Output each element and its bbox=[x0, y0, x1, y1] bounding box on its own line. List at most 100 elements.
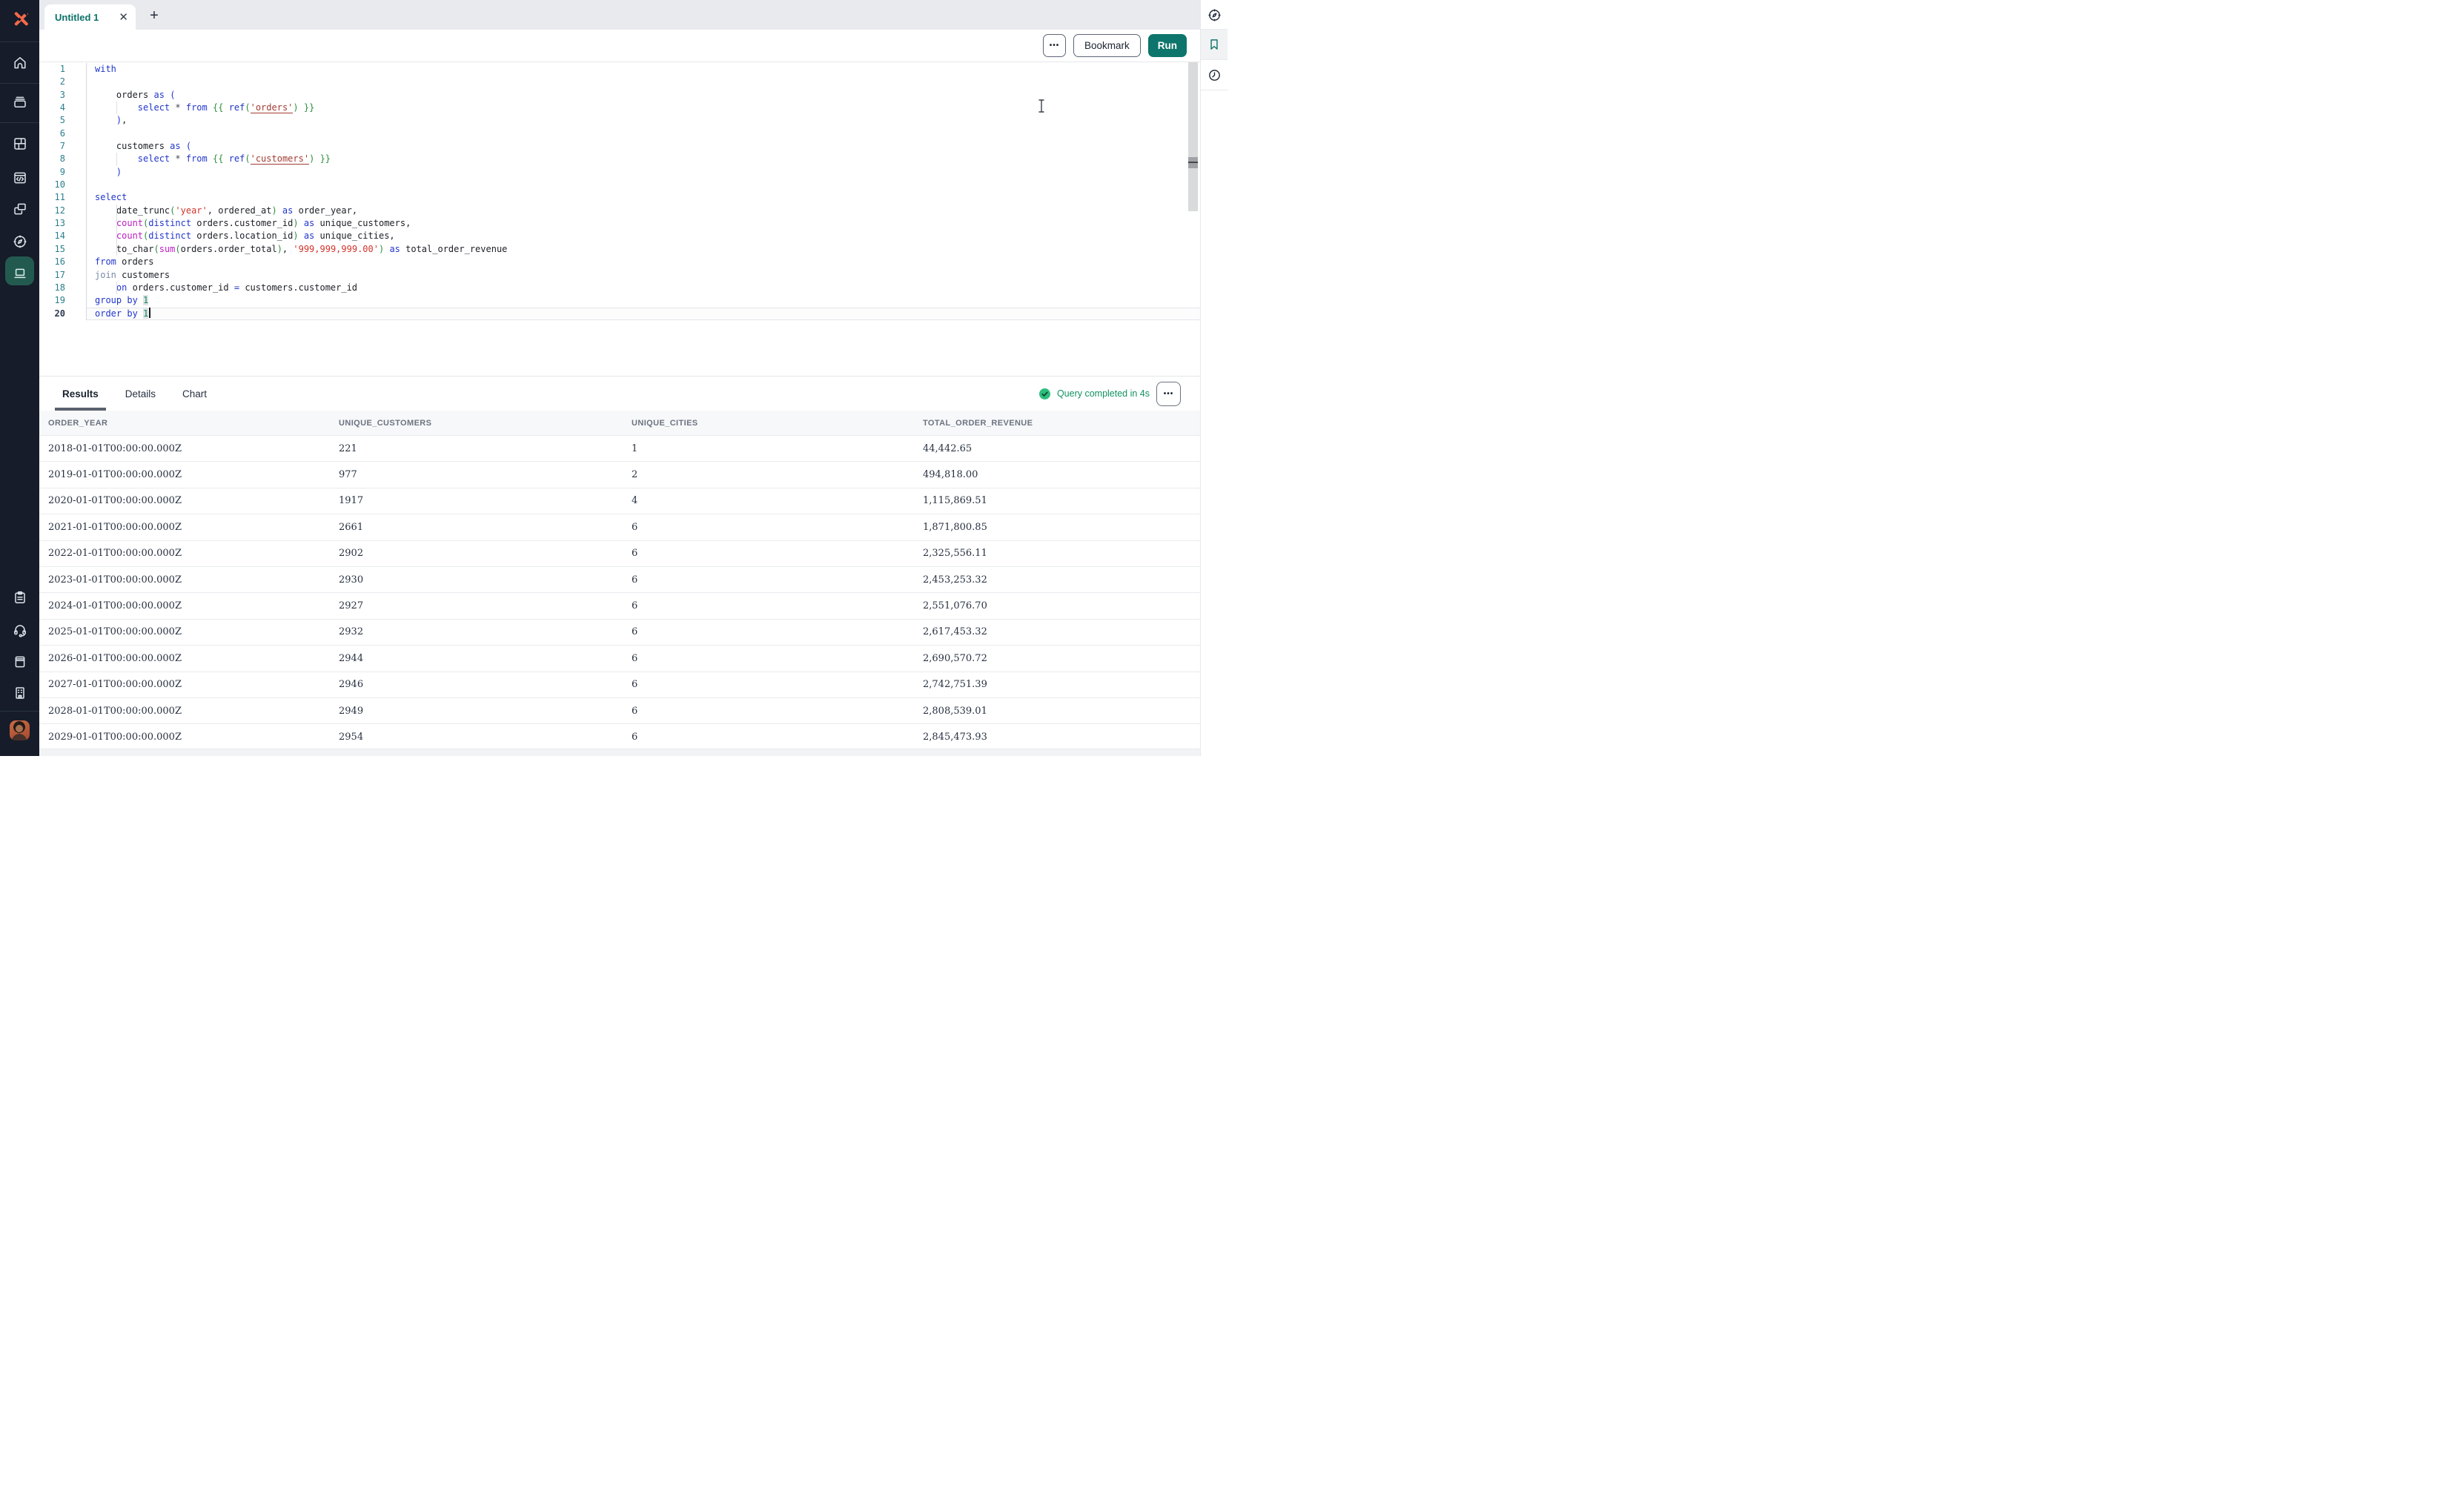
rail-item-bookmarks-active[interactable] bbox=[1201, 30, 1228, 59]
sidebar-item-home[interactable] bbox=[0, 48, 39, 78]
code-line[interactable]: 9 ) bbox=[39, 165, 1201, 179]
table-cell: 2,325,556.11 bbox=[914, 540, 1201, 567]
more-options-button[interactable]: ••• bbox=[1042, 34, 1066, 57]
code-line[interactable]: 6 bbox=[39, 127, 1201, 141]
code-line[interactable]: 19 group by 1 bbox=[39, 294, 1201, 308]
table-row[interactable]: 2028-01-01T00:00:00.000Z 2949 6 2,808,539.0… bbox=[39, 697, 1201, 725]
table-cell: 221 bbox=[330, 435, 623, 462]
line-number: 5 bbox=[39, 114, 87, 127]
code-line[interactable]: 2 bbox=[39, 76, 1201, 89]
code-text: select * from {{ ref('orders') }} bbox=[87, 102, 1201, 115]
indent-guide bbox=[116, 230, 117, 243]
code-line[interactable]: 5 ), bbox=[39, 114, 1201, 127]
sidebar-item-terminal-active[interactable] bbox=[0, 256, 39, 288]
table-row[interactable]: 2022-01-01T00:00:00.000Z 2902 6 2,325,556.1… bbox=[39, 540, 1201, 567]
code-line[interactable]: 16 from orders bbox=[39, 256, 1201, 269]
clipboard-icon bbox=[14, 591, 25, 603]
code-line[interactable]: 18 on orders.customer_id = customers.cus… bbox=[39, 281, 1201, 295]
bookmark-button[interactable]: Bookmark bbox=[1073, 34, 1141, 57]
sidebar-item-changelog[interactable] bbox=[0, 583, 39, 612]
table-row[interactable]: 2024-01-01T00:00:00.000Z 2927 6 2,551,076.7… bbox=[39, 592, 1201, 620]
results-panel: Results Details Chart Query completed in 4… bbox=[39, 376, 1201, 756]
table-bottom-scroll-strip[interactable] bbox=[39, 749, 1201, 756]
column-header[interactable]: ORDER_YEAR bbox=[39, 411, 330, 436]
code-line[interactable]: 4 select * from {{ ref('orders') }} bbox=[39, 102, 1201, 115]
table-cell: 2023-01-01T00:00:00.000Z bbox=[39, 566, 330, 594]
archive-icon bbox=[13, 96, 26, 107]
code-line[interactable]: 10 bbox=[39, 179, 1201, 192]
code-line[interactable]: 14 count(distinct orders.location_id) as… bbox=[39, 230, 1201, 243]
table-cell: 6 bbox=[623, 619, 914, 646]
results-tab-chart[interactable]: Chart bbox=[178, 377, 211, 411]
editor-scrollbar[interactable] bbox=[1188, 62, 1198, 211]
indent-guide bbox=[116, 204, 117, 218]
code-line[interactable]: 12 date_trunc('year', ordered_at) as ord… bbox=[39, 204, 1201, 218]
user-avatar[interactable] bbox=[10, 720, 30, 740]
new-tab-button[interactable]: + bbox=[142, 4, 167, 27]
sidebar-item-organization[interactable] bbox=[0, 678, 39, 708]
code-text: count(distinct orders.customer_id) as un… bbox=[87, 217, 1201, 231]
table-cell: 1917 bbox=[330, 488, 623, 515]
table-row[interactable]: 2019-01-01T00:00:00.000Z 977 2 494,818.00 bbox=[39, 461, 1201, 488]
rail-item-history[interactable] bbox=[1201, 60, 1228, 90]
query-status: Query completed in 4s ••• bbox=[1038, 377, 1181, 411]
table-row[interactable]: 2021-01-01T00:00:00.000Z 2661 6 1,871,800.8… bbox=[39, 514, 1201, 541]
table-row[interactable]: 2025-01-01T00:00:00.000Z 2932 6 2,617,453.3… bbox=[39, 619, 1201, 646]
table-row[interactable]: 2018-01-01T00:00:00.000Z 221 1 44,442.65 bbox=[39, 435, 1201, 462]
line-number: 15 bbox=[39, 242, 87, 256]
code-text: select * from {{ ref('customers') }} bbox=[87, 153, 1201, 166]
sidebar-item-explore[interactable] bbox=[0, 227, 39, 256]
table-cell: 44,442.65 bbox=[914, 435, 1201, 462]
sidebar-item-archive[interactable] bbox=[0, 87, 39, 117]
sidebar-item-apps[interactable] bbox=[0, 194, 39, 224]
home-icon bbox=[13, 57, 26, 69]
sidebar-item-code-editor[interactable] bbox=[0, 163, 39, 193]
table-cell: 6 bbox=[623, 514, 914, 541]
table-cell: 6 bbox=[623, 723, 914, 751]
results-tab-results[interactable]: Results bbox=[55, 377, 106, 411]
app-logo[interactable] bbox=[0, 10, 39, 30]
table-cell: 2020-01-01T00:00:00.000Z bbox=[39, 488, 330, 515]
table-cell: 1,115,869.51 bbox=[914, 488, 1201, 515]
left-sidebar bbox=[0, 0, 39, 756]
code-line[interactable]: 15 to_char(sum(orders.order_total), '999… bbox=[39, 242, 1201, 256]
code-text: select bbox=[95, 192, 127, 203]
code-line[interactable]: 7 customers as ( bbox=[39, 140, 1201, 153]
table-cell: 6 bbox=[623, 697, 914, 725]
table-cell: 2954 bbox=[330, 723, 623, 751]
building-icon bbox=[15, 687, 24, 699]
right-rail bbox=[1200, 0, 1228, 756]
code-line[interactable]: 1 with bbox=[39, 63, 1201, 76]
column-header[interactable]: UNIQUE_CUSTOMERS bbox=[330, 411, 623, 436]
table-cell: 2944 bbox=[330, 645, 623, 672]
table-row[interactable]: 2029-01-01T00:00:00.000Z 2954 6 2,845,473.9… bbox=[39, 723, 1201, 751]
tab-close-icon[interactable]: ✕ bbox=[119, 12, 128, 23]
code-line[interactable]: 11 select bbox=[39, 191, 1201, 205]
sidebar-item-support[interactable] bbox=[0, 615, 39, 645]
table-row[interactable]: 2020-01-01T00:00:00.000Z 1917 4 1,115,869.5… bbox=[39, 488, 1201, 515]
code-text: from orders bbox=[95, 256, 154, 268]
run-button[interactable]: Run bbox=[1147, 34, 1187, 57]
sidebar-item-dashboards[interactable] bbox=[0, 129, 39, 159]
code-text: to_char(sum(orders.order_total), '999,99… bbox=[87, 242, 1201, 256]
code-line[interactable]: 20 order by 1 bbox=[39, 307, 1201, 320]
table-row[interactable]: 2023-01-01T00:00:00.000Z 2930 6 2,453,253.3… bbox=[39, 566, 1201, 594]
rail-item-explore[interactable] bbox=[1201, 0, 1228, 30]
code-line[interactable]: 13 count(distinct orders.customer_id) as… bbox=[39, 217, 1201, 231]
sql-editor[interactable]: 1 with 2 3 orders as (4 select * from {{ re… bbox=[39, 62, 1201, 376]
table-row[interactable]: 2026-01-01T00:00:00.000Z 2944 6 2,690,570.7… bbox=[39, 645, 1201, 672]
table-cell: 2025-01-01T00:00:00.000Z bbox=[39, 619, 330, 646]
column-header[interactable]: TOTAL_ORDER_REVENUE bbox=[914, 411, 1201, 436]
tab-untitled-1[interactable]: Untitled 1 ✕ bbox=[44, 4, 136, 30]
code-line[interactable]: 3 orders as ( bbox=[39, 88, 1201, 102]
table-cell: 977 bbox=[330, 461, 623, 488]
results-more-button[interactable]: ••• bbox=[1156, 381, 1181, 406]
windows-icon bbox=[13, 203, 26, 215]
code-line[interactable]: 8 select * from {{ ref('customers') }} bbox=[39, 153, 1201, 166]
sidebar-item-docs[interactable] bbox=[0, 647, 39, 677]
table-row[interactable]: 2027-01-01T00:00:00.000Z 2946 6 2,742,751.3… bbox=[39, 672, 1201, 698]
column-header[interactable]: UNIQUE_CITIES bbox=[623, 411, 914, 436]
results-tab-details[interactable]: Details bbox=[121, 377, 160, 411]
table-cell: 2902 bbox=[330, 540, 623, 567]
code-line[interactable]: 17 join customers bbox=[39, 268, 1201, 282]
